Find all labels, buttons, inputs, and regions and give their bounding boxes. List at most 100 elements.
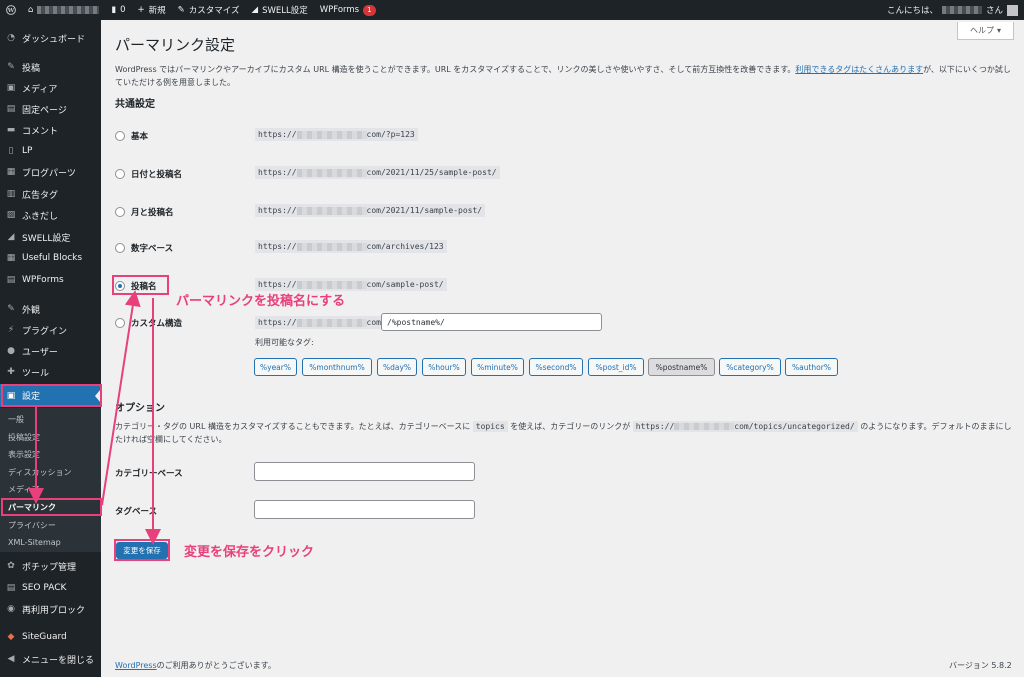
sidebar-item-wpforms[interactable]: ▤ WPForms — [0, 270, 101, 290]
sidebar-item-balloon[interactable]: ▨ ふきだし — [0, 205, 101, 225]
save-changes-button[interactable]: 変更を保存 — [116, 542, 168, 559]
wrench-icon: ✚ — [7, 367, 15, 377]
tag-button-postname[interactable]: %postname% — [648, 358, 715, 376]
radio-button[interactable] — [115, 207, 125, 217]
tag-button-minute[interactable]: %minute% — [471, 358, 524, 376]
comments-link[interactable]: ▮ 0 — [105, 0, 131, 20]
radio-button-checked[interactable] — [115, 281, 125, 291]
tag-button-category[interactable]: %category% — [719, 358, 781, 376]
sidebar-item-media[interactable]: ▣ メディア — [0, 78, 101, 98]
radio-numeric[interactable]: 数字ベース — [115, 242, 173, 254]
sidebar-item-users[interactable]: ● ユーザー — [0, 341, 101, 361]
submenu-item-general[interactable]: 一般 — [8, 414, 24, 425]
radio-day-and-name[interactable]: 日付と投稿名 — [115, 168, 182, 180]
page-title: パーマリンク設定 — [115, 36, 236, 54]
sidebar-item-comments[interactable]: ▬ コメント — [0, 120, 101, 140]
options-title: オプション — [115, 403, 165, 414]
url-example-month-and-name: https://com/2021/11/sample-post/ — [255, 204, 486, 217]
tag-button-author[interactable]: %author% — [785, 358, 838, 376]
radio-custom-structure[interactable]: カスタム構造 — [115, 317, 182, 329]
url-example-plain: https://com/?p=123 — [255, 128, 418, 141]
admin-sidebar: ◔ ダッシュボード ✎ 投稿 ▣ メディア ▤ 固定ページ ▬ コメント ▯ LP ▦ ブログ… — [0, 20, 101, 677]
sidebar-item-ad-tag[interactable]: ▥ 広告タグ — [0, 184, 101, 204]
submenu-item-discussion[interactable]: ディスカッション — [8, 467, 71, 478]
submenu-item-reading[interactable]: 表示設定 — [8, 449, 40, 460]
tag-button-monthnum[interactable]: %monthnum% — [302, 358, 372, 376]
sidebar-item-swell-settings[interactable]: ◢ SWELL設定 — [0, 227, 101, 247]
chevron-down-icon: ▾ — [996, 26, 1001, 35]
custom-structure-input[interactable]: /%postname%/ — [381, 313, 602, 331]
tag-button-post-id[interactable]: %post_id% — [588, 358, 644, 376]
wpforms-label: WPForms — [319, 5, 360, 15]
comment-bubble-icon: ▮ — [111, 5, 117, 15]
available-tags-link[interactable]: 利用できるタグはたくさんあります — [795, 65, 923, 74]
sidebar-item-blog-parts[interactable]: ▦ ブログパーツ — [0, 162, 101, 182]
tag-button-day[interactable]: %day% — [377, 358, 417, 376]
help-tab-button[interactable]: ヘルプ ▾ — [957, 22, 1014, 40]
site-name-redacted — [37, 6, 100, 14]
new-label: 新規 — [148, 6, 166, 16]
sidebar-item-posts[interactable]: ✎ 投稿 — [0, 57, 101, 77]
document-icon: ▯ — [8, 146, 14, 156]
admin-bar: W ⌂ ▮ 0 + 新規 ✎ カスタマイズ ◢ SWELL設定 WPForms … — [0, 0, 1024, 20]
swell-label: SWELL設定 — [262, 6, 308, 16]
sidebar-item-plugins[interactable]: ⚡ プラグイン — [0, 320, 101, 340]
tag-button-hour[interactable]: %hour% — [422, 358, 466, 376]
domain-redacted — [674, 423, 735, 430]
submenu-item-permalink[interactable]: パーマリンク — [8, 502, 56, 513]
submenu-item-writing[interactable]: 投稿設定 — [8, 432, 40, 443]
radio-post-name[interactable]: 投稿名 — [115, 280, 157, 292]
site-name-link[interactable]: ⌂ — [22, 0, 105, 20]
submenu-item-media[interactable]: メディア — [8, 484, 39, 495]
submenu-item-privacy[interactable]: プライバシー — [8, 520, 56, 531]
block-icon: ▦ — [6, 167, 16, 177]
radio-button[interactable] — [115, 318, 125, 328]
footer-version: バージョン 5.8.2 — [949, 661, 1012, 670]
submenu-item-xml-sitemap[interactable]: XML-Sitemap — [8, 538, 61, 547]
sidebar-item-reusable-blocks[interactable]: ◉ 再利用ブロック — [0, 599, 101, 619]
radio-plain[interactable]: 基本 — [115, 130, 148, 142]
customize-label: カスタマイズ — [188, 6, 240, 16]
swell-settings-link[interactable]: ◢ SWELL設定 — [246, 0, 314, 20]
seo-icon: ▤ — [6, 583, 16, 593]
category-base-label: カテゴリーベース — [115, 469, 183, 479]
common-settings-title: 共通設定 — [115, 99, 155, 110]
radio-button[interactable] — [115, 243, 125, 253]
plugin-icon: ⚡ — [7, 325, 15, 335]
sidebar-item-appearance[interactable]: ✎ 外観 — [0, 299, 101, 319]
brush-icon: ✎ — [7, 304, 15, 314]
sidebar-item-seo-pack[interactable]: ▤ SEO PACK — [0, 578, 101, 598]
sidebar-item-siteguard[interactable]: ◆ SiteGuard — [0, 627, 101, 647]
tag-button-second[interactable]: %second% — [529, 358, 583, 376]
wpforms-link[interactable]: WPForms 1 — [314, 0, 382, 20]
radio-button[interactable] — [115, 131, 125, 141]
user-account-menu[interactable]: こんにちは、 さん — [881, 0, 1024, 20]
sidebar-item-pochipp[interactable]: ✿ ポチップ管理 — [0, 556, 101, 576]
tag-base-label: タグベース — [115, 507, 158, 517]
sidebar-item-collapse-menu[interactable]: ◀ メニューを閉じる — [0, 649, 101, 669]
collapse-icon: ◀ — [7, 654, 15, 664]
sidebar-item-pages[interactable]: ▤ 固定ページ — [0, 99, 101, 119]
radio-month-and-name[interactable]: 月と投稿名 — [115, 206, 174, 218]
radio-button[interactable] — [115, 169, 125, 179]
svg-text:W: W — [7, 8, 15, 14]
sidebar-item-tools[interactable]: ✚ ツール — [0, 362, 101, 382]
wordpress-link[interactable]: WordPress — [115, 661, 157, 670]
category-base-input[interactable] — [254, 462, 475, 481]
comment-icon: ▬ — [6, 125, 16, 135]
wpforms-badge: 1 — [363, 4, 376, 16]
new-content-link[interactable]: + 新規 — [132, 0, 172, 20]
sidebar-item-dashboard[interactable]: ◔ ダッシュボード — [0, 28, 101, 48]
tag-button-year[interactable]: %year% — [254, 358, 297, 376]
settings-icon: ▣ — [6, 390, 16, 401]
domain-redacted — [296, 130, 367, 139]
options-description: カテゴリー・タグの URL 構造をカスタマイズすることもできます。たとえば、カテ… — [115, 421, 1012, 444]
customize-link[interactable]: ✎ カスタマイズ — [172, 0, 246, 20]
sidebar-item-useful-blocks[interactable]: ▦ Useful Blocks — [0, 248, 101, 268]
sidebar-item-settings[interactable]: ▣ 設定 — [0, 384, 101, 407]
user-icon: ● — [7, 346, 15, 356]
sidebar-item-lp[interactable]: ▯ LP — [0, 141, 101, 161]
wordpress-logo-icon[interactable]: W — [0, 0, 22, 20]
tag-base-input[interactable] — [254, 500, 475, 519]
page-icon: ▤ — [6, 104, 16, 114]
